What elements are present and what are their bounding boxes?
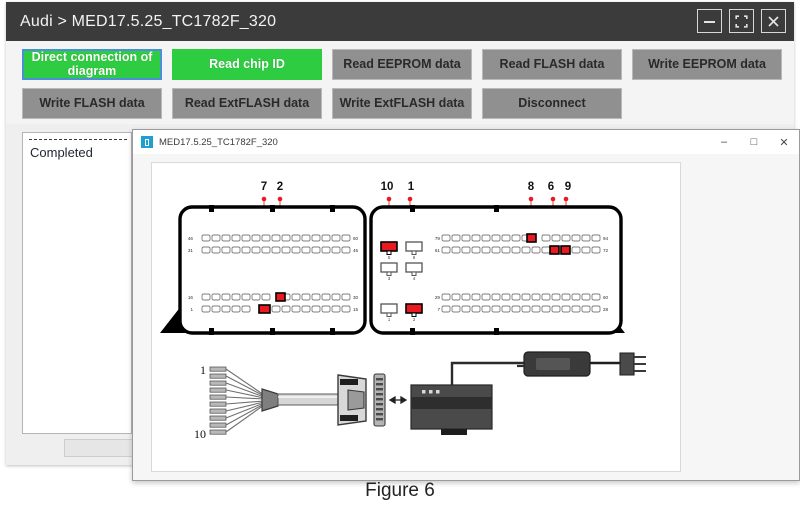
- connect-arrow-icon: [388, 395, 408, 405]
- power-brick-label: [536, 358, 570, 370]
- left-row-label-16: 16: [188, 295, 194, 300]
- write-extflash-data-button[interactable]: Write ExtFLASH data: [332, 88, 472, 119]
- callout-label-9: 9: [565, 181, 571, 193]
- diagram-child-window: MED17.5.25_TC1782F_320 – □ ✕ 7 2 10 1 8 …: [132, 129, 800, 481]
- mating-socket: [373, 373, 386, 427]
- mains-plug: [619, 352, 635, 376]
- fullscreen-button[interactable]: [729, 9, 754, 33]
- child-close-button[interactable]: ✕: [769, 130, 799, 154]
- fullscreen-icon: [735, 14, 748, 28]
- read-chip-id-button[interactable]: Read chip ID: [172, 49, 322, 80]
- left-row-label-1: 1: [190, 307, 193, 312]
- close-button[interactable]: [761, 9, 786, 33]
- left-row-label-45: 45: [353, 248, 359, 253]
- read-extflash-data-button[interactable]: Read ExtFLASH data: [172, 88, 322, 119]
- callout-labels: 7 2 10 1 8 6 9: [261, 181, 571, 193]
- cable-assembly: 1 10: [194, 351, 646, 441]
- wire-labels: 1 10: [194, 363, 206, 441]
- left-row-label-15: 15: [353, 307, 359, 312]
- highlighted-pin-2: [275, 292, 286, 302]
- right-row-label-72: 72: [603, 248, 609, 253]
- left-row-label-60: 60: [353, 236, 359, 241]
- status-text: Completed: [30, 145, 93, 160]
- minimize-icon: [703, 16, 716, 27]
- right-row-label-28: 28: [603, 307, 609, 312]
- callout-dots: [261, 196, 569, 202]
- programmer-box: [410, 384, 493, 435]
- callout-label-10: 10: [381, 181, 394, 193]
- toolbar-row-1: Direct connection of diagram Read chip I…: [22, 49, 782, 80]
- toolbar-row-2: Write FLASH data Read ExtFLASH data Writ…: [22, 88, 622, 119]
- callout-label-7: 7: [261, 181, 267, 193]
- left-row-label-31: 31: [188, 248, 194, 253]
- callout-label-2: 2: [277, 181, 283, 193]
- left-connector-shell: [178, 205, 367, 335]
- read-flash-data-button[interactable]: Read FLASH data: [482, 49, 622, 80]
- child-minimize-button[interactable]: –: [709, 130, 739, 154]
- db-connector: [337, 374, 367, 426]
- child-window-titlebar: MED17.5.25_TC1782F_320 – □ ✕: [133, 130, 799, 155]
- wiring-diagram: 7 2 10 1 8 6 9 46 31 16 1 60 45 30 15 5 …: [160, 181, 646, 441]
- plug-prongs-icon: [634, 356, 646, 372]
- right-row-label-60: 60: [603, 295, 609, 300]
- callout-label-8: 8: [528, 181, 535, 193]
- highlighted-pin-8: [526, 233, 537, 243]
- window-titlebar: Audi > MED17.5.25_TC1782F_320: [6, 2, 794, 41]
- left-connector: 46 31 16 1 60 45 30 15: [160, 205, 367, 335]
- right-row-label-61: 61: [435, 248, 441, 253]
- power-supply: [450, 351, 646, 385]
- disconnect-button[interactable]: Disconnect: [482, 88, 622, 119]
- wire-terminals: [209, 366, 265, 435]
- cable-hood: [261, 388, 279, 412]
- right-row-label-7: 7: [437, 307, 440, 312]
- right-row-label-79: 79: [435, 236, 441, 241]
- close-icon: [767, 15, 780, 28]
- main-cable: [277, 393, 339, 406]
- direct-connection-of-diagram-button[interactable]: Direct connection of diagram: [22, 49, 162, 80]
- page-title: Audi > MED17.5.25_TC1782F_320: [20, 12, 277, 30]
- child-maximize-button[interactable]: □: [739, 130, 769, 154]
- write-flash-data-button[interactable]: Write FLASH data: [22, 88, 162, 119]
- read-eeprom-data-button[interactable]: Read EEPROM data: [332, 49, 472, 80]
- child-window-title: MED17.5.25_TC1782F_320: [159, 136, 278, 148]
- log-panel[interactable]: Completed: [22, 132, 132, 434]
- wiring-diagram-canvas: 7 2 10 1 8 6 9 46 31 16 1 60 45 30 15 5 …: [151, 162, 681, 472]
- left-row-label-46: 46: [188, 236, 194, 241]
- right-row-label-94: 94: [603, 236, 609, 241]
- left-row-label-30: 30: [353, 295, 359, 300]
- write-eeprom-data-button[interactable]: Write EEPROM data: [632, 49, 782, 80]
- app-icon: [141, 136, 153, 148]
- child-window-controls: – □ ✕: [709, 130, 799, 154]
- minimize-button[interactable]: [697, 9, 722, 33]
- action-toolbar: Direct connection of diagram Read chip I…: [6, 41, 794, 124]
- figure-caption: Figure 6: [365, 480, 435, 501]
- highlighted-pin-6: [549, 245, 560, 255]
- child-window-body: 7 2 10 1 8 6 9 46 31 16 1 60 45 30 15 5 …: [133, 154, 799, 480]
- right-row-label-29: 29: [435, 295, 441, 300]
- application-window: Audi > MED17.5.25_TC1782F_320 Direct con…: [6, 2, 800, 481]
- wire-label-10: 10: [194, 427, 206, 441]
- highlighted-pin-9: [560, 245, 571, 255]
- right-connector: 5 6 3 4 1 2 79 61 29 7 94 72 60 28: [369, 205, 625, 335]
- highlighted-pin-7: [258, 304, 271, 314]
- window-controls: [697, 9, 786, 33]
- screenshot-root: Audi > MED17.5.25_TC1782F_320 Direct con…: [0, 0, 800, 511]
- callout-label-6: 6: [548, 181, 554, 193]
- callout-label-1: 1: [408, 181, 415, 193]
- wire-label-1: 1: [200, 363, 206, 377]
- log-separator: [29, 139, 127, 140]
